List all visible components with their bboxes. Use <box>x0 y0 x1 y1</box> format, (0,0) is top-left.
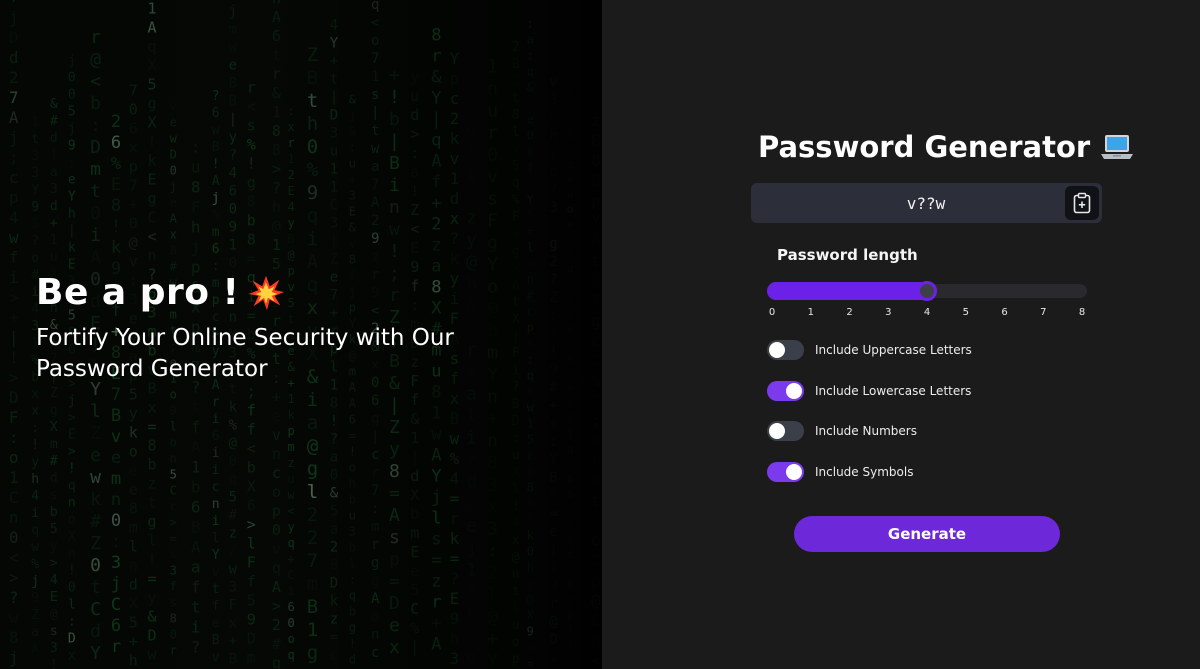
toggle-knob <box>769 342 785 358</box>
hero-panel: 4+jDd27Aj;cp4wfi>+|!>DF:o1Cn0<>?w8j1t33Y… <box>0 0 602 669</box>
toggle-knob <box>786 383 802 399</box>
length-label: Password length <box>777 246 918 264</box>
slider-thumb[interactable] <box>917 281 937 301</box>
option-symbols[interactable]: Include Symbols <box>767 462 913 482</box>
option-numbers[interactable]: Include Numbers <box>767 421 917 441</box>
collision-icon <box>249 275 285 310</box>
length-slider[interactable] <box>767 281 1087 301</box>
numbers-toggle[interactable] <box>767 421 804 441</box>
hero-text: Be a pro ! Fortify Your Online Security … <box>36 272 576 385</box>
slider-tick: 5 <box>962 307 969 318</box>
slider-tick: 0 <box>768 307 776 318</box>
password-output <box>751 183 1102 223</box>
hero-subtitle: Fortify Your Online Security with Our Pa… <box>36 325 454 382</box>
lowercase-toggle[interactable] <box>767 381 804 401</box>
toggle-knob <box>769 423 785 439</box>
slider-tick: 7 <box>1040 307 1047 318</box>
slider-tick: 4 <box>923 307 931 318</box>
slider-tick: 8 <box>1078 307 1086 318</box>
slider-ticks: 0 1 2 3 4 5 6 7 8 <box>769 307 1085 321</box>
option-uppercase[interactable]: Include Uppercase Letters <box>767 340 972 360</box>
option-label: Include Numbers <box>815 424 917 438</box>
slider-tick: 6 <box>1001 307 1008 318</box>
option-label: Include Symbols <box>815 465 914 479</box>
option-label: Include Lowercase Letters <box>815 384 972 398</box>
symbols-toggle[interactable] <box>767 462 804 482</box>
option-lowercase[interactable]: Include Lowercase Letters <box>767 381 971 401</box>
password-field[interactable] <box>751 193 1065 213</box>
generator-panel: Password Generator Password length 0 1 2 3 4… <box>602 0 1200 669</box>
slider-tick: 3 <box>885 307 892 318</box>
laptop-icon <box>1101 135 1134 159</box>
hero-title-text: Be a pro ! <box>36 272 240 313</box>
option-label: Include Uppercase Letters <box>815 343 972 357</box>
slider-fill <box>767 282 931 300</box>
toggle-knob <box>786 464 802 480</box>
clipboard-plus-icon <box>1073 192 1091 214</box>
slider-tick: 1 <box>807 307 814 318</box>
generate-button[interactable]: Generate <box>794 516 1060 552</box>
generator-title: Password Generator <box>758 130 1134 164</box>
generator-title-text: Password Generator <box>758 130 1091 164</box>
slider-tick: 2 <box>846 307 853 318</box>
uppercase-toggle[interactable] <box>767 340 804 360</box>
copy-button[interactable] <box>1065 186 1099 220</box>
hero-title: Be a pro ! <box>36 272 576 313</box>
